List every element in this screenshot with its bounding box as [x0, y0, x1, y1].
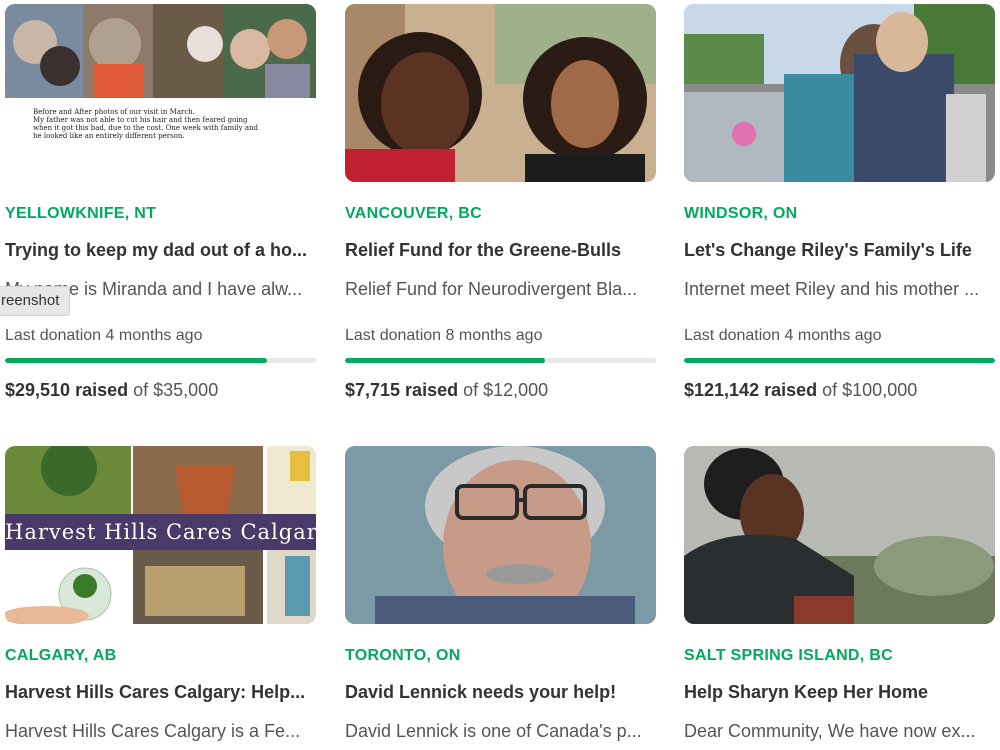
fundraiser-card-toronto[interactable]: TORONTO, ON David Lennick needs your hel… — [345, 446, 656, 750]
raised-value: $121,142 raised — [684, 380, 818, 400]
location: CALGARY, AB — [5, 647, 117, 664]
fundraiser-description: Harvest Hills Cares Calgary is a Fe... — [5, 721, 301, 741]
fundraiser-description: David Lennick is one of Canada's p... — [345, 721, 642, 741]
screenshot-tooltip: reenshot — [0, 286, 71, 316]
last-donation: Last donation 4 months ago — [684, 327, 882, 344]
fundraiser-image[interactable] — [345, 446, 656, 624]
location: SALT SPRING ISLAND, BC — [684, 647, 893, 664]
fundraiser-card-windsor[interactable]: WINDSOR, ON Let's Change Riley's Family'… — [684, 4, 995, 404]
location: VANCOUVER, BC — [345, 205, 482, 222]
fundraiser-title[interactable]: David Lennick needs your help! — [345, 682, 656, 703]
fundraiser-title[interactable]: Relief Fund for the Greene-Bulls — [345, 240, 656, 261]
fundraiser-card-calgary[interactable]: Harvest Hills Cares Calgary CALGARY, AB … — [5, 446, 316, 750]
location: WINDSOR, ON — [684, 205, 798, 222]
fundraiser-title[interactable]: Let's Change Riley's Family's Life — [684, 240, 995, 261]
fundraiser-image[interactable]: Before and After photos of our visit in … — [5, 4, 316, 182]
image-banner-text: Harvest Hills Cares Calgary — [5, 520, 316, 544]
raised-amount: $29,510 raised of $35,000 — [5, 380, 218, 401]
progress-fill — [5, 358, 268, 363]
fundraiser-image[interactable]: Harvest Hills Cares Calgary — [5, 446, 316, 624]
image-caption: Before and After photos of our visit in … — [33, 108, 258, 140]
location: TORONTO, ON — [345, 647, 461, 664]
fundraiser-description: Relief Fund for Neurodivergent Bla... — [345, 279, 638, 299]
goal-value: of $100,000 — [822, 380, 918, 400]
fundraiser-image[interactable] — [684, 446, 995, 624]
fundraiser-title[interactable]: Help Sharyn Keep Her Home — [684, 682, 995, 703]
raised-value: $29,510 raised — [5, 380, 129, 400]
fundraiser-image[interactable] — [684, 4, 995, 182]
fundraiser-title[interactable]: Harvest Hills Cares Calgary: Help... — [5, 682, 316, 703]
fundraiser-description: Internet meet Riley and his mother ... — [684, 279, 980, 299]
progress-bar — [5, 358, 316, 363]
progress-bar — [345, 358, 656, 363]
goal-value: of $12,000 — [463, 380, 549, 400]
fundraiser-description: Dear Community, We have now ex... — [684, 721, 976, 741]
fundraiser-card-yellowknife[interactable]: Before and After photos of our visit in … — [5, 4, 316, 404]
raised-amount: $7,715 raised of $12,000 — [345, 380, 548, 401]
last-donation: Last donation 8 months ago — [345, 327, 543, 344]
location: YELLOWKNIFE, NT — [5, 205, 157, 222]
fundraiser-title[interactable]: Trying to keep my dad out of a ho... — [5, 240, 316, 261]
raised-value: $7,715 raised — [345, 380, 459, 400]
progress-bar — [684, 358, 995, 363]
fundraiser-card-salt-spring[interactable]: SALT SPRING ISLAND, BC Help Sharyn Keep … — [684, 446, 995, 750]
goal-value: of $35,000 — [133, 380, 219, 400]
raised-amount: $121,142 raised of $100,000 — [684, 380, 917, 401]
progress-fill — [684, 358, 995, 363]
fundraiser-grid: Before and After photos of our visit in … — [0, 0, 1000, 750]
progress-fill — [345, 358, 545, 363]
fundraiser-image[interactable] — [345, 4, 656, 182]
fundraiser-card-vancouver[interactable]: VANCOUVER, BC Relief Fund for the Greene… — [345, 4, 656, 404]
last-donation: Last donation 4 months ago — [5, 327, 203, 344]
